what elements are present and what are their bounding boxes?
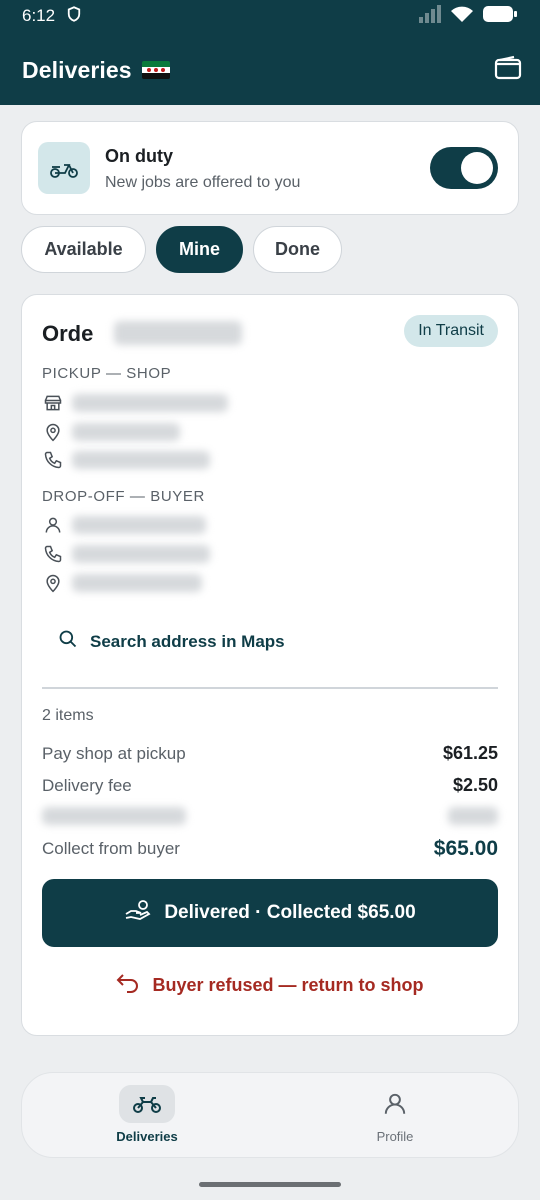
collect-value: $65.00 xyxy=(433,837,498,860)
delivered-button-label: Delivered · Collected $65.00 xyxy=(164,902,416,923)
status-badge: In Transit xyxy=(404,315,498,347)
buyer-name xyxy=(42,513,206,537)
tab-available[interactable]: Available xyxy=(21,226,146,273)
redacted-row xyxy=(42,807,498,825)
scooter-icon xyxy=(38,142,90,194)
phone-icon xyxy=(42,543,64,565)
signal-icon xyxy=(418,4,442,28)
dropoff-heading: DROP-OFF — BUYER xyxy=(42,488,205,505)
nav-deliveries[interactable]: Deliveries xyxy=(87,1085,207,1144)
motorbike-icon xyxy=(119,1085,175,1123)
pay-shop-row: Pay shop at pickup $61.25 xyxy=(42,743,498,764)
buyer-refused-button[interactable]: Buyer refused — return to shop xyxy=(22,973,518,998)
status-tabs: Available Mine Done xyxy=(21,226,342,273)
order-id-redacted xyxy=(114,321,242,345)
buyer-refused-label: Buyer refused — return to shop xyxy=(152,975,424,995)
tab-done[interactable]: Done xyxy=(253,226,342,273)
divider xyxy=(42,687,498,689)
return-arrow-icon xyxy=(116,973,140,998)
redacted-text xyxy=(72,516,206,534)
toggle-knob xyxy=(461,152,493,184)
location-pin-icon xyxy=(42,572,64,594)
app-bar: 6:12 Deliveries xyxy=(0,0,540,105)
redacted-text xyxy=(72,423,180,441)
order-card: Orde In Transit PICKUP — SHOP DROP-OFF —… xyxy=(21,294,519,1036)
hand-cash-icon xyxy=(124,898,152,928)
duty-subtitle: New jobs are offered to you xyxy=(105,174,301,191)
collect-row: Collect from buyer $65.00 xyxy=(42,837,498,861)
order-title: Orde xyxy=(42,321,94,346)
items-count: 2 items xyxy=(42,707,94,724)
pickup-heading: PICKUP — SHOP xyxy=(42,365,172,382)
redacted-text xyxy=(448,807,498,825)
delivered-button[interactable]: Delivered · Collected $65.00 xyxy=(42,879,498,947)
nav-deliveries-label: Deliveries xyxy=(116,1129,178,1144)
delivery-fee-row: Delivery fee $2.50 xyxy=(42,775,498,796)
search-maps-button[interactable]: Search address in Maps xyxy=(58,629,285,654)
pickup-phone xyxy=(42,448,210,472)
redacted-text xyxy=(42,807,186,825)
redacted-text xyxy=(72,574,202,592)
bottom-nav: Deliveries Profile xyxy=(21,1072,519,1158)
status-bar: 6:12 xyxy=(0,0,540,32)
pay-shop-value: $61.25 xyxy=(442,743,498,763)
location-pin-icon xyxy=(42,421,64,443)
delivery-fee-label: Delivery fee xyxy=(42,775,132,795)
country-flag-icon xyxy=(141,61,170,79)
status-time: 6:12 xyxy=(22,6,56,25)
duty-card: On duty New jobs are offered to you xyxy=(21,121,519,215)
phone-icon xyxy=(42,449,64,471)
search-icon xyxy=(58,629,78,654)
tab-mine[interactable]: Mine xyxy=(156,226,243,273)
wifi-icon xyxy=(450,5,474,28)
redacted-text xyxy=(72,394,228,412)
store-icon xyxy=(42,392,64,414)
person-icon xyxy=(367,1085,423,1123)
shield-icon xyxy=(65,5,83,28)
person-icon xyxy=(42,514,64,536)
redacted-text xyxy=(72,451,210,469)
duty-toggle[interactable] xyxy=(430,147,498,189)
wallet-icon[interactable] xyxy=(494,55,522,86)
delivery-fee-value: $2.50 xyxy=(452,775,498,795)
pay-shop-label: Pay shop at pickup xyxy=(42,743,186,763)
battery-icon xyxy=(482,5,518,28)
buyer-phone xyxy=(42,542,210,566)
nav-profile[interactable]: Profile xyxy=(335,1085,455,1144)
search-maps-label: Search address in Maps xyxy=(90,631,285,651)
duty-title: On duty xyxy=(105,146,173,166)
buyer-address xyxy=(42,571,202,595)
pickup-address xyxy=(42,420,180,444)
collect-label: Collect from buyer xyxy=(42,839,180,858)
pickup-shop-name xyxy=(42,391,228,415)
nav-profile-label: Profile xyxy=(376,1129,414,1144)
home-indicator[interactable] xyxy=(199,1182,341,1187)
redacted-text xyxy=(72,545,210,563)
page-title: Deliveries xyxy=(22,56,132,83)
